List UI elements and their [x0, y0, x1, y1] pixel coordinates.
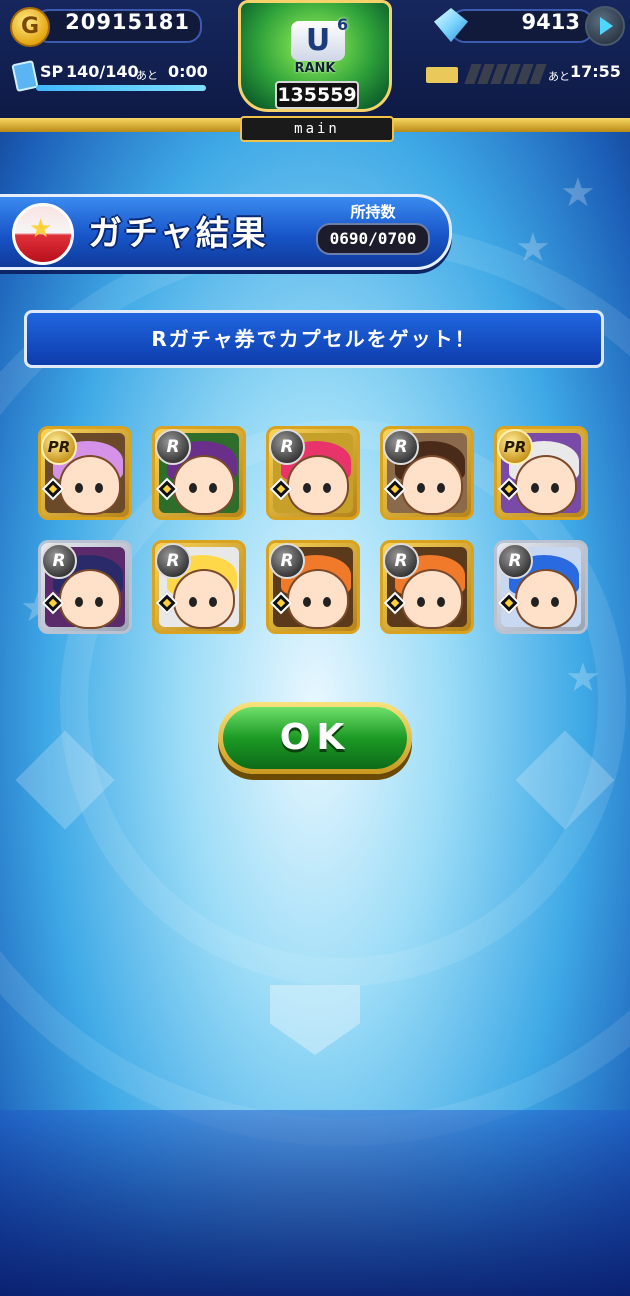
rank-tier-level: 6: [337, 15, 349, 34]
result-card[interactable]: R: [266, 540, 360, 634]
rarity-badge: PR: [497, 429, 533, 465]
character-eye: [209, 483, 217, 493]
rarity-badge: R: [497, 543, 533, 579]
stadium-wall: [0, 1110, 630, 1296]
character-face: [287, 455, 349, 515]
result-card[interactable]: PR: [494, 426, 588, 520]
character-face: [173, 569, 235, 629]
recharge-remaining-label: あと: [548, 70, 570, 83]
character-eye: [417, 483, 425, 493]
character-eye: [95, 483, 103, 493]
result-message: Rガチャ券でカプセルをゲット！: [24, 310, 604, 368]
character-eye: [303, 483, 311, 493]
capsule-icon: [12, 203, 74, 265]
character-eye: [95, 597, 103, 607]
ok-button-label: OK: [223, 707, 407, 769]
character-face: [515, 569, 577, 629]
character-eye: [189, 483, 197, 493]
coins-value: 20915181: [65, 10, 190, 34]
character-eye: [189, 597, 197, 607]
sp-remaining-label: あと: [136, 69, 158, 82]
holding-count-value: 0690/0700: [316, 223, 430, 255]
rank-emblem[interactable]: U 6 RANK 135559: [238, 0, 392, 112]
rarity-badge: R: [155, 543, 191, 579]
rank-label: RANK: [294, 61, 336, 76]
character-eye: [323, 483, 331, 493]
result-card[interactable]: PR: [38, 426, 132, 520]
result-card[interactable]: R: [38, 540, 132, 634]
sp-progress-fill: [36, 85, 206, 91]
result-card[interactable]: R: [380, 426, 474, 520]
shop-play-icon[interactable]: [585, 6, 625, 46]
recharge-remaining-time: 17:55: [570, 62, 621, 81]
rarity-badge: R: [383, 543, 419, 579]
rarity-badge: PR: [41, 429, 77, 465]
character-face: [59, 569, 121, 629]
result-card[interactable]: R: [380, 540, 474, 634]
sp-label: SP: [40, 62, 64, 81]
character-eye: [437, 483, 445, 493]
character-eye: [75, 597, 83, 607]
sp-value: 140/140: [66, 62, 139, 81]
character-eye: [531, 483, 539, 493]
rarity-badge: R: [155, 429, 191, 465]
character-eye: [531, 597, 539, 607]
page-title: ガチャ結果: [88, 214, 268, 254]
holding-count-label: 所持数: [350, 203, 396, 221]
ok-button[interactable]: OK: [218, 702, 412, 774]
rarity-badge: R: [269, 429, 305, 465]
rank-points: 135559: [275, 81, 359, 109]
star-icon: ★: [565, 655, 601, 701]
rarity-badge: R: [383, 429, 419, 465]
rarity-badge: R: [41, 543, 77, 579]
recharge-gauge: [464, 64, 547, 86]
character-face: [287, 569, 349, 629]
result-card[interactable]: R: [152, 426, 246, 520]
result-card[interactable]: R: [266, 426, 360, 520]
coin-icon: G: [10, 7, 50, 47]
character-face: [401, 569, 463, 629]
sp-progress-bar: [36, 85, 206, 91]
character-face: [401, 455, 463, 515]
result-card[interactable]: R: [494, 540, 588, 634]
rarity-badge: R: [269, 543, 305, 579]
character-eye: [437, 597, 445, 607]
result-card[interactable]: R: [152, 540, 246, 634]
character-eye: [209, 597, 217, 607]
ticket-icon: [426, 67, 458, 83]
holding-count: 所持数 0690/0700: [316, 201, 430, 255]
character-eye: [323, 597, 331, 607]
character-eye: [551, 483, 559, 493]
character-eye: [551, 597, 559, 607]
character-eye: [417, 597, 425, 607]
character-eye: [75, 483, 83, 493]
star-icon: ★: [560, 170, 596, 216]
gems-value: 9413: [521, 10, 580, 34]
sp-remaining-time: 0:00: [168, 62, 208, 81]
character-eye: [303, 597, 311, 607]
mode-tab[interactable]: main: [240, 116, 394, 142]
character-face: [173, 455, 235, 515]
character-face: [59, 455, 121, 515]
star-icon: ★: [515, 225, 551, 271]
character-face: [515, 455, 577, 515]
